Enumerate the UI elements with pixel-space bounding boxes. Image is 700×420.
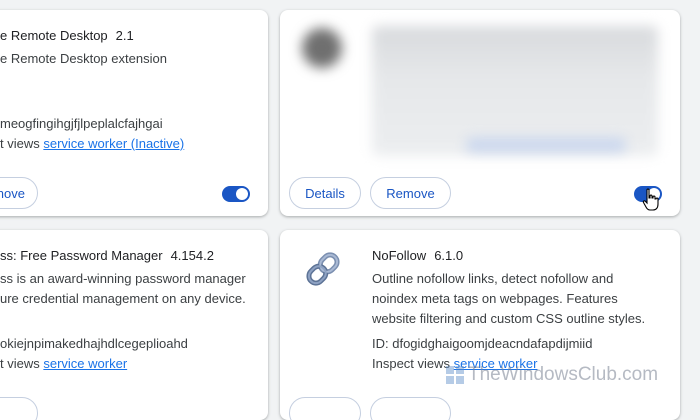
extension-id: meogfingihgjfjlpeplalcfajhgai bbox=[0, 116, 163, 131]
blurred-extension-info bbox=[372, 26, 658, 156]
extension-version: 2.1 bbox=[115, 28, 134, 43]
extension-version: 6.1.0 bbox=[434, 248, 464, 263]
remove-button[interactable]: Remove bbox=[370, 177, 451, 209]
blurred-extension-link bbox=[466, 138, 626, 152]
extension-name: NoFollow bbox=[372, 248, 427, 263]
description-line: e Remote Desktop extension bbox=[0, 51, 167, 66]
extension-id: ID: dfogidghaigoomjdeacndafapdijmiid bbox=[372, 336, 593, 351]
remove-button[interactable] bbox=[370, 397, 451, 420]
hand-cursor-icon bbox=[642, 188, 659, 211]
extension-name: e Remote Desktop bbox=[0, 28, 108, 43]
description-line: ure credential management on any device. bbox=[0, 291, 246, 306]
remove-button[interactable]: nove bbox=[0, 177, 38, 209]
inspect-views: t views service worker (Inactive) bbox=[0, 136, 184, 151]
extension-description: ss is an award-winning password manager … bbox=[0, 269, 246, 309]
extension-card-remote-desktop: e Remote Desktop 2.1 e Remote Desktop ext… bbox=[0, 10, 268, 216]
description-line: ss is an award-winning password manager bbox=[0, 271, 246, 286]
toggle-knob bbox=[236, 188, 248, 200]
description-line: noindex meta tags on webpages. Features bbox=[372, 291, 618, 306]
extension-name-row: ss: Free Password Manager 4.154.2 bbox=[0, 248, 214, 263]
extension-card-blurred: Details Remove bbox=[280, 10, 680, 216]
inspect-views-label: t views bbox=[0, 136, 40, 151]
extension-name-row: NoFollow 6.1.0 bbox=[372, 248, 463, 263]
inspect-views-label: t views bbox=[0, 356, 40, 371]
windows-club-logo-icon bbox=[446, 366, 464, 384]
details-button[interactable]: Details bbox=[289, 177, 361, 209]
enable-toggle[interactable] bbox=[222, 186, 250, 202]
extension-card-password-manager: ss: Free Password Manager 4.154.2 ss is a… bbox=[0, 230, 268, 420]
extension-name: ss: Free Password Manager bbox=[0, 248, 163, 263]
extension-id: okiejnpimakedhajhdlcegeplioahd bbox=[0, 336, 188, 351]
inspect-views: t views service worker bbox=[0, 356, 127, 371]
extension-version: 4.154.2 bbox=[170, 248, 214, 263]
details-button[interactable] bbox=[289, 397, 361, 420]
extension-description: Outline nofollow links, detect nofollow … bbox=[372, 269, 645, 329]
extension-description: e Remote Desktop extension bbox=[0, 49, 167, 69]
extension-name-row: e Remote Desktop 2.1 bbox=[0, 28, 134, 43]
service-worker-link[interactable]: service worker bbox=[43, 356, 127, 371]
watermark-text: TheWindowsClub.com bbox=[468, 364, 659, 385]
extension-card-nofollow: NoFollow 6.1.0 Outline nofollow links, de… bbox=[280, 230, 680, 420]
service-worker-link[interactable]: service worker (Inactive) bbox=[43, 136, 184, 151]
description-line: website filtering and custom CSS outline… bbox=[372, 311, 646, 326]
description-line: Outline nofollow links, detect nofollow … bbox=[372, 271, 614, 286]
blurred-extension-icon bbox=[302, 28, 342, 68]
inspect-views-label: Inspect views bbox=[372, 356, 451, 371]
remove-button[interactable] bbox=[0, 397, 38, 420]
chain-link-icon bbox=[306, 252, 340, 286]
